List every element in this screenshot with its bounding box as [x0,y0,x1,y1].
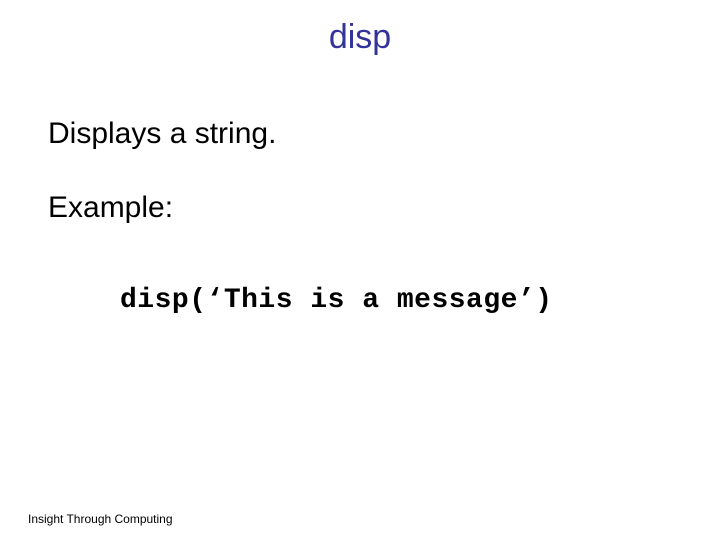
code-example: disp(‘This is a message’) [120,285,672,316]
slide-body: Displays a string. Example: disp(‘This i… [0,117,720,316]
footer-text: Insight Through Computing [28,512,173,526]
example-heading: Example: [48,191,672,225]
description-line: Displays a string. [48,117,672,151]
slide-title: disp [0,0,720,57]
